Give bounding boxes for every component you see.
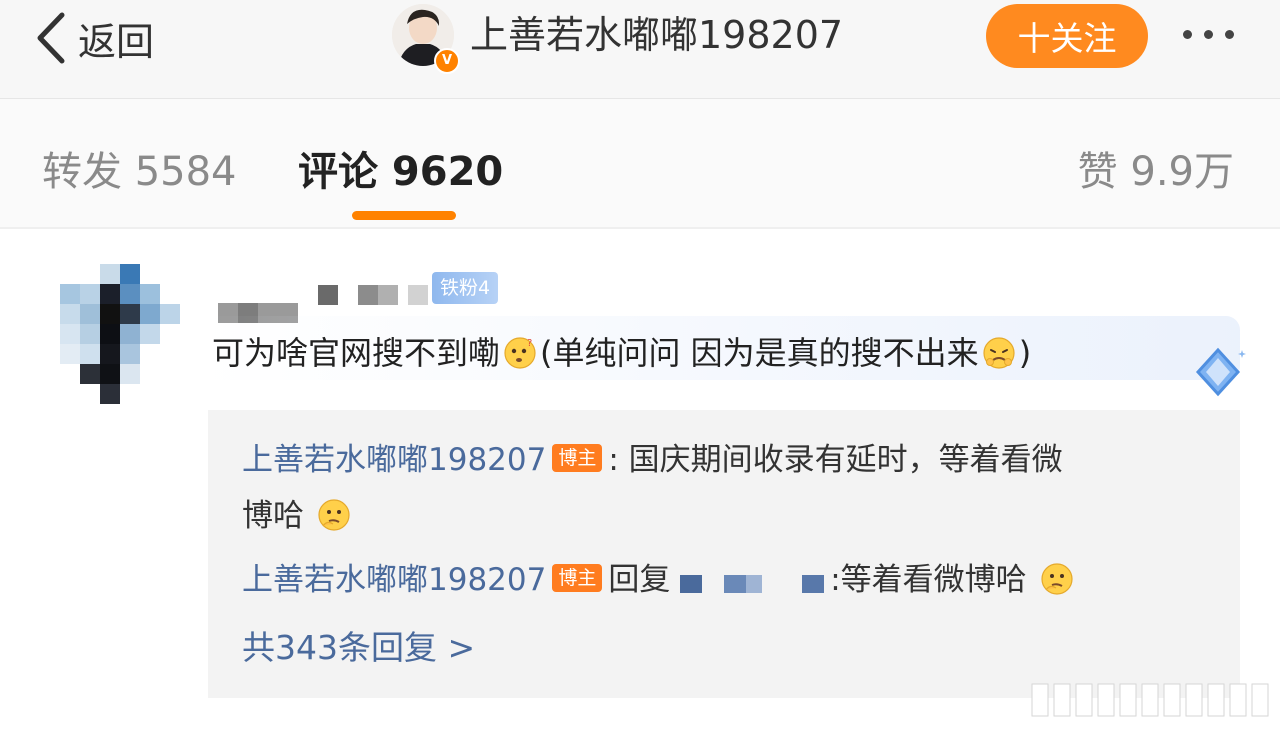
top-bar: 返回 V 上善若水嘟嘟198207 十关注 — [0, 0, 1280, 99]
tab-comment[interactable]: 评论 9620 — [298, 139, 503, 197]
follow-button[interactable]: 十关注 — [986, 4, 1148, 68]
comment-text-part3: ) — [1018, 334, 1032, 372]
comment-text-part2: (单纯问问 因为是真的搜不出来 — [540, 334, 979, 372]
reply-author[interactable]: 上善若水嘟嘟198207 — [242, 442, 546, 478]
confused-face-icon: ? — [504, 337, 536, 369]
chevron-left-icon — [37, 12, 65, 64]
replies-panel: 上善若水嘟嘟198207 博主: 国庆期间收录有延时，等着看微 博哈 上善若水嘟嘟… — [208, 410, 1240, 698]
blogger-tag: 博主 — [552, 444, 603, 472]
tab-repost[interactable]: 转发 5584 — [42, 139, 237, 197]
reply-item[interactable]: 上善若水嘟嘟198207 博主: 国庆期间收录有延时，等着看微 — [242, 432, 1063, 488]
tab-bar: 转发 5584 评论 9620 赞 9.9万 — [0, 99, 1280, 229]
svg-text:?: ? — [527, 338, 532, 349]
active-tab-indicator — [352, 211, 456, 220]
reply-author[interactable]: 上善若水嘟嘟198207 — [242, 562, 546, 598]
author-name[interactable]: 上善若水嘟嘟198207 — [470, 10, 843, 60]
comment-text: 可为啥官网搜不到嘞 ? (单纯问问 因为是真的搜不出来 ) — [212, 326, 1031, 380]
diamond-decoration-icon — [1195, 347, 1246, 397]
tab-like[interactable]: 赞 9.9万 — [1078, 139, 1234, 197]
comment-text-part1: 可为啥官网搜不到嘞 — [212, 334, 501, 372]
back-label: 返回 — [78, 19, 155, 64]
reply-item[interactable]: 上善若水嘟嘟198207 博主 回复 :等着看微博哈 — [242, 552, 1077, 608]
verified-badge-icon: V — [434, 48, 460, 74]
thinking-face-icon — [318, 499, 350, 531]
reply-target-mosaic[interactable] — [680, 571, 830, 593]
commenter-avatar[interactable] — [60, 264, 180, 404]
reply-text: :等着看微博哈 — [830, 562, 1027, 598]
back-button[interactable]: 返回 — [30, 8, 154, 68]
thinking-face-icon — [1040, 563, 1073, 595]
reply-prefix: 回复 — [608, 562, 671, 598]
reply-text: : 国庆期间收录有延时，等着看微 — [608, 442, 1063, 478]
view-more-replies-link[interactable]: 共343条回复 > — [242, 620, 475, 676]
watermark-image — [1031, 683, 1269, 717]
reply-text-cont: 博哈 — [242, 498, 304, 534]
awkward-face-icon — [983, 337, 1015, 369]
reply-item-continued: 博哈 — [242, 488, 354, 544]
fan-level-badge: 铁粉4 — [432, 272, 499, 304]
blogger-tag: 博主 — [552, 564, 603, 592]
more-dots-icon[interactable] — [1168, 12, 1248, 56]
